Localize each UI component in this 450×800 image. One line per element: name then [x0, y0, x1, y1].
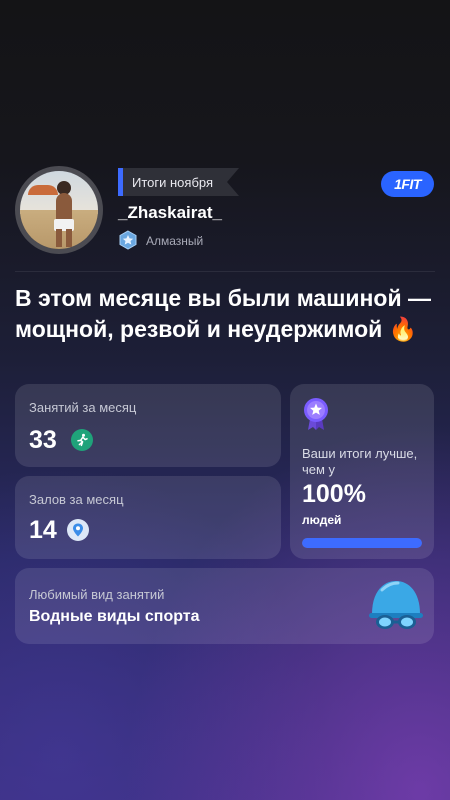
swim-cap-goggles-icon: [369, 581, 423, 629]
headline: В этом месяце вы были машиной — мощной, …: [15, 283, 435, 345]
period-tag-label: Итоги ноября: [132, 174, 214, 190]
avatar[interactable]: [15, 166, 103, 254]
comparison-progress-fill: [302, 538, 422, 548]
username: _Zhaskairat_: [118, 203, 222, 222]
gyms-value: 14: [29, 516, 57, 544]
headline-text: В этом месяце вы были машиной — мощной, …: [15, 285, 431, 342]
comparison-label: Ваши итоги лучше, чем у: [302, 446, 418, 477]
sessions-value: 33: [29, 426, 57, 454]
comparison-value: 100%: [302, 480, 366, 508]
running-person-icon: [71, 429, 93, 451]
period-tag: Итоги ноября: [118, 168, 239, 196]
gyms-card[interactable]: Залов за месяц 14: [15, 476, 281, 559]
rank-label: Алмазный: [146, 234, 204, 248]
comparison-suffix: людей: [302, 513, 342, 527]
favorite-activity-card[interactable]: Любимый вид занятий Водные виды спорта: [15, 568, 434, 644]
brand-logo: 1FIT: [381, 171, 434, 197]
divider: [15, 271, 435, 272]
gyms-label: Залов за месяц: [29, 492, 124, 507]
avatar-photo-leg: [66, 229, 72, 247]
sessions-card[interactable]: Занятий за месяц 33: [15, 384, 281, 467]
favorite-activity-label: Любимый вид занятий: [29, 587, 165, 602]
diamond-rank-icon: [119, 230, 137, 250]
brand-logo-text: 1FIT: [394, 176, 421, 192]
favorite-activity-value: Водные виды спорта: [29, 608, 200, 625]
comparison-progress-bar: [302, 538, 422, 548]
fire-icon: 🔥: [388, 316, 418, 342]
medal-star-icon: [304, 398, 328, 430]
avatar-photo-leg: [56, 229, 62, 247]
location-pin-icon: [67, 519, 89, 541]
comparison-card[interactable]: Ваши итоги лучше, чем у 100% людей: [290, 384, 434, 559]
sessions-label: Занятий за месяц: [29, 400, 137, 415]
avatar-photo-umbrella: [28, 185, 58, 195]
